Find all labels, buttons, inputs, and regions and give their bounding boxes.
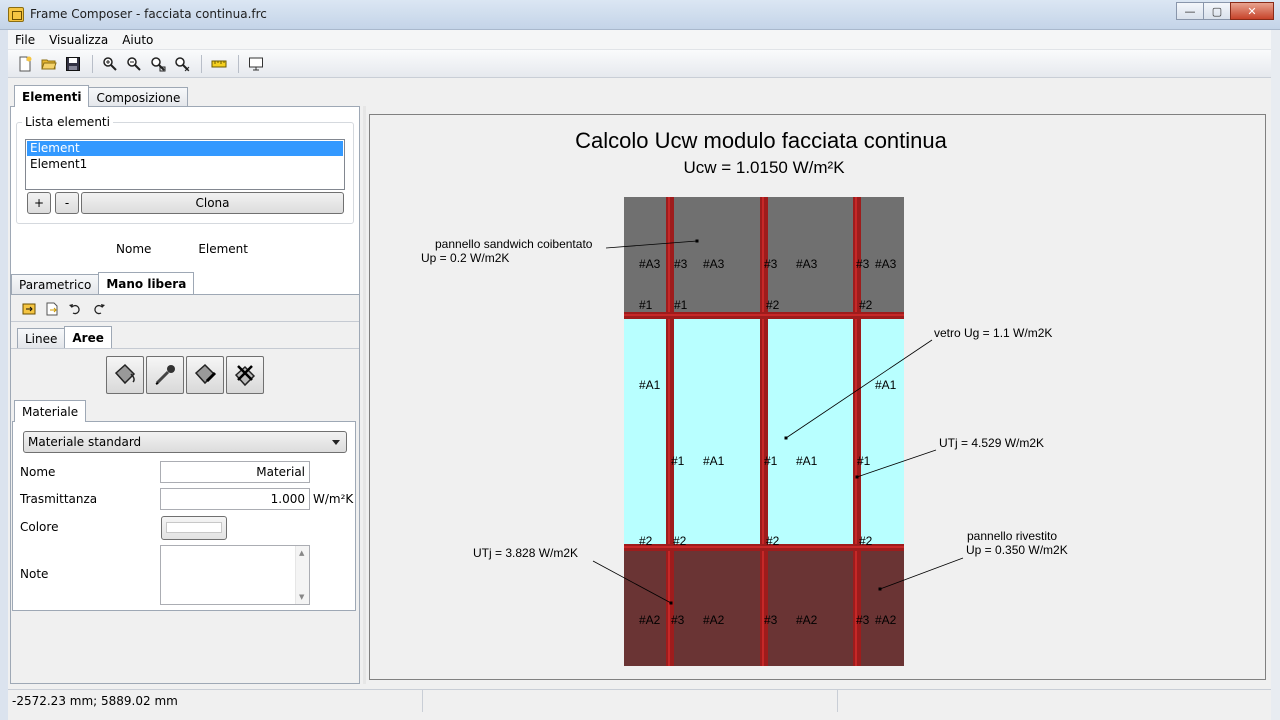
cell-label: #2 xyxy=(673,534,687,548)
cell-label: #2 xyxy=(766,298,780,312)
window-right-border xyxy=(1271,30,1280,720)
cell-label: #A3 xyxy=(703,257,725,271)
annotation-rivestito-value: Up = 0.350 W/m2K xyxy=(966,543,1068,557)
annotation-rivestito-title: pannello rivestito xyxy=(967,529,1058,543)
leader-point xyxy=(669,601,673,605)
cell-label: #1 xyxy=(639,298,653,312)
status-cell xyxy=(423,690,838,712)
leader-point xyxy=(784,436,788,440)
cell-label: #2 xyxy=(766,534,780,548)
cell-label: #A2 xyxy=(639,613,661,627)
cell-label: #A2 xyxy=(796,613,818,627)
facade-drawing[interactable] xyxy=(0,0,1280,720)
cell-label: #3 xyxy=(856,613,870,627)
leader-point xyxy=(878,587,882,591)
cell-label: #A2 xyxy=(703,613,725,627)
leader-point xyxy=(695,239,699,243)
cell-label: #A3 xyxy=(875,257,897,271)
cursor-coordinates: -2572.23 mm; 5889.02 mm xyxy=(8,690,423,712)
cell-label: #1 xyxy=(674,298,688,312)
cell-label: #A3 xyxy=(796,257,818,271)
mullion-highlight[interactable] xyxy=(668,197,670,666)
cell-label: #1 xyxy=(671,454,685,468)
cell-label: #3 xyxy=(674,257,688,271)
cell-label: #2 xyxy=(859,534,873,548)
leader-point xyxy=(855,475,859,479)
cell-label: #A1 xyxy=(796,454,818,468)
cell-label: #1 xyxy=(857,454,871,468)
status-bar: -2572.23 mm; 5889.02 mm xyxy=(8,689,1272,712)
cell-label: #3 xyxy=(856,257,870,271)
cell-label: #3 xyxy=(671,613,685,627)
tab-elementi[interactable]: Elementi xyxy=(14,85,90,107)
tab-aree[interactable]: Aree xyxy=(64,326,112,348)
cell-label: #2 xyxy=(859,298,873,312)
tab-materiale[interactable]: Materiale xyxy=(14,400,87,422)
cell-label: #2 xyxy=(639,534,653,548)
annotation-vetro: vetro Ug = 1.1 W/m2K xyxy=(934,326,1053,340)
cell-label: #A1 xyxy=(703,454,725,468)
annotation-utj-2: UTj = 3.828 W/m2K xyxy=(473,546,579,560)
cell-label: #A1 xyxy=(875,378,897,392)
material-tabs: Materiale xyxy=(14,400,87,422)
annotation-utj-1: UTj = 4.529 W/m2K xyxy=(939,436,1045,450)
tab-mano-libera[interactable]: Mano libera xyxy=(98,272,195,294)
annotation-sandwich-value: Up = 0.2 W/m2K xyxy=(421,251,510,265)
cell-label: #3 xyxy=(764,613,778,627)
cell-label: #A1 xyxy=(639,378,661,392)
status-cell xyxy=(838,690,1272,712)
cell-label: #A3 xyxy=(639,257,661,271)
cell-label: #1 xyxy=(764,454,778,468)
transom-highlight[interactable] xyxy=(624,314,904,316)
cell-label: #3 xyxy=(764,257,778,271)
annotation-sandwich-title: pannello sandwich coibentato xyxy=(435,237,593,251)
cell-label: #A2 xyxy=(875,613,897,627)
